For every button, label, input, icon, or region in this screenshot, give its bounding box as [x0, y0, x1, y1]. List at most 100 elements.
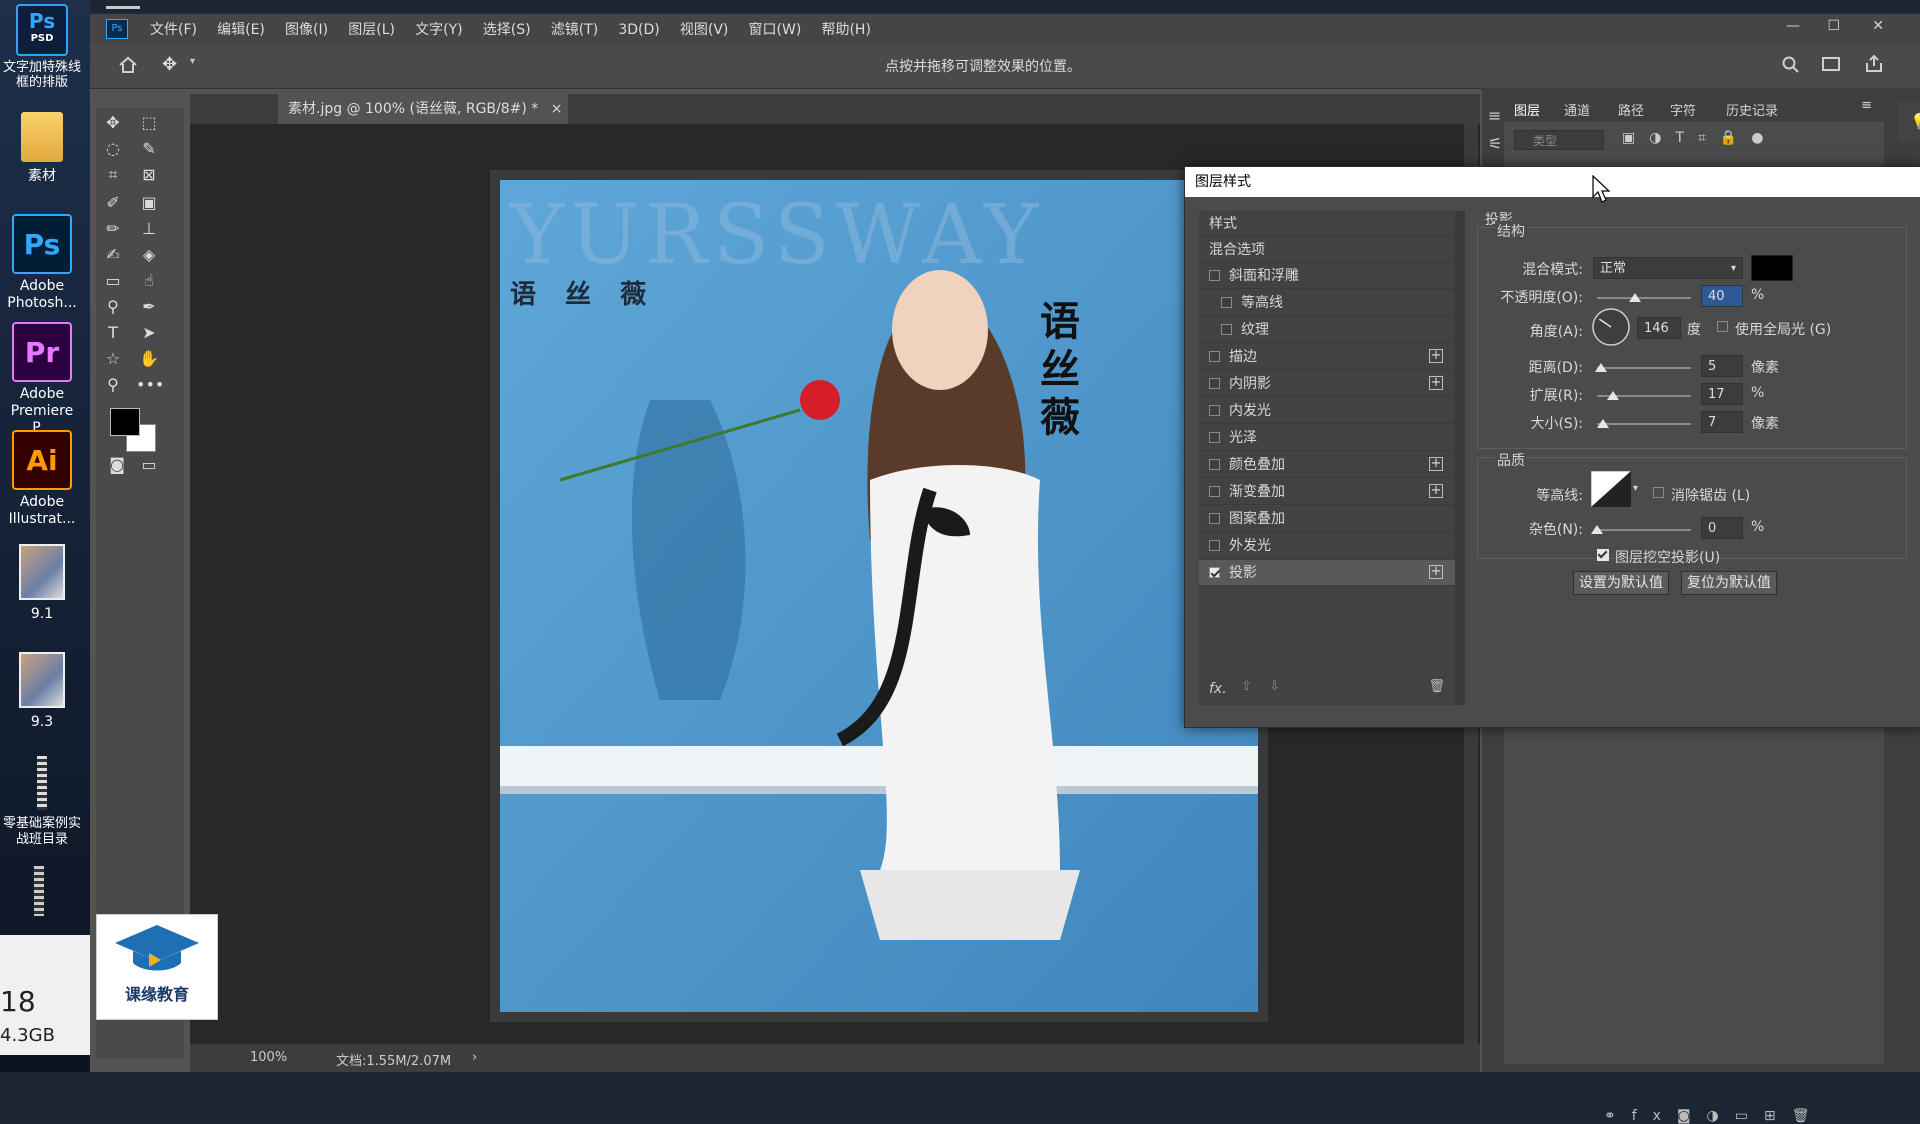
learn-panel-tab[interactable]: 💡 学习 [1898, 102, 1920, 142]
opacity-slider-handle[interactable] [1628, 293, 1641, 302]
add-style-icon[interactable]: + [1429, 376, 1443, 390]
path-select-tool-icon[interactable]: ➤ [136, 322, 162, 344]
trash-icon[interactable]: 🗑 [1428, 679, 1445, 694]
fx-icon[interactable]: fx. [1209, 681, 1227, 697]
minimize-button[interactable]: — [1786, 18, 1800, 34]
style-item-checkbox[interactable] [1209, 459, 1220, 470]
document-image[interactable]: YURSSWAY 语 丝 薇 语 丝 薇 [490, 170, 1268, 1022]
gradient-tool-icon[interactable]: ▭ [100, 270, 126, 292]
menu-type[interactable]: 文字(Y) [415, 19, 462, 39]
quick-mask-icon[interactable]: ◙ [104, 454, 130, 476]
knockout-checkbox[interactable] [1597, 548, 1609, 561]
style-item[interactable]: 内阴影 + [1199, 371, 1455, 397]
move-up-icon[interactable]: ⇧ [1241, 679, 1252, 694]
style-item-checkbox[interactable] [1209, 405, 1220, 416]
style-item-checkbox[interactable] [1209, 378, 1220, 389]
history-brush-tool-icon[interactable]: ✍ [100, 244, 126, 266]
style-item-checkbox[interactable] [1209, 486, 1220, 497]
noise-slider[interactable] [1597, 529, 1691, 531]
tab-history[interactable]: 历史记录 [1726, 100, 1778, 119]
patch-tool-icon[interactable]: ▣ [136, 192, 162, 214]
share-icon[interactable] [1864, 54, 1884, 74]
panel-menu-icon[interactable]: ≡ [1861, 98, 1872, 113]
layer-filter-input[interactable]: 类型 [1514, 130, 1604, 150]
workspace-icon[interactable] [1822, 57, 1840, 71]
menu-window[interactable]: 窗口(W) [749, 19, 802, 39]
noise-slider-handle[interactable] [1591, 525, 1603, 534]
set-default-button[interactable]: 设置为默认值 [1573, 571, 1669, 595]
style-item-checkbox[interactable] [1209, 567, 1220, 578]
desktop-icon-9-1[interactable]: 9.1 [0, 544, 84, 623]
menu-select[interactable]: 选择(S) [483, 19, 531, 39]
menu-3d[interactable]: 3D(D) [618, 22, 659, 38]
style-item[interactable]: 描边 + [1199, 344, 1455, 370]
blend-mode-select[interactable]: 正常 ▾ [1593, 257, 1743, 279]
spread-input[interactable]: 17 [1701, 383, 1743, 405]
menu-help[interactable]: 帮助(H) [821, 19, 870, 39]
style-item[interactable]: 内发光 [1199, 398, 1455, 424]
maximize-button[interactable]: ☐ [1827, 18, 1840, 34]
reset-default-button[interactable]: 复位为默认值 [1681, 571, 1777, 595]
stamp-tool-icon[interactable]: ⊥ [136, 218, 162, 240]
move-down-icon[interactable]: ⇩ [1269, 679, 1280, 694]
document-tab[interactable]: 素材.jpg @ 100% (语丝薇, RGB/8#) * × [278, 94, 568, 124]
antialias-checkbox[interactable] [1653, 487, 1664, 498]
desktop-icon-illustrator[interactable]: Ai Adobe Illustrat... [0, 430, 84, 528]
noise-input[interactable]: 0 [1701, 517, 1743, 539]
tab-paths[interactable]: 路径 [1618, 100, 1644, 119]
dialog-title[interactable]: 图层样式 [1185, 167, 1920, 197]
pen-tool-icon[interactable]: ✒ [136, 296, 162, 318]
screen-mode-icon[interactable]: ▭ [136, 454, 162, 476]
quick-select-tool-icon[interactable]: ✎ [136, 138, 162, 160]
menu-edit[interactable]: 编辑(E) [217, 19, 265, 39]
desktop-icon-folder-sucai[interactable]: 素材 [0, 112, 84, 185]
zoom-tool-icon[interactable]: ⚲ [100, 374, 126, 396]
style-item[interactable]: 投影 + [1199, 560, 1455, 586]
add-style-icon[interactable]: + [1429, 565, 1443, 579]
distance-slider[interactable] [1597, 367, 1691, 369]
desktop-icon-psd-file[interactable]: Ps PSD 文字加特殊线框的排版 [0, 4, 84, 90]
style-item[interactable]: 纹理 [1199, 317, 1455, 343]
search-icon[interactable] [1782, 56, 1800, 74]
marquee-tool-icon[interactable]: ⬚ [136, 112, 162, 134]
styles-scrollbar[interactable] [1455, 211, 1465, 705]
smudge-tool-icon[interactable]: ☝ [136, 270, 162, 292]
layer-filter-icons[interactable]: ▣◑T⌗🔒● [1622, 130, 1778, 146]
chevron-right-icon[interactable]: › [472, 1050, 477, 1065]
add-style-icon[interactable]: + [1429, 484, 1443, 498]
chevron-down-icon[interactable]: ▾ [1633, 483, 1638, 494]
style-item-checkbox[interactable] [1209, 351, 1220, 362]
close-button[interactable]: ✕ [1872, 18, 1884, 34]
angle-dial[interactable] [1591, 307, 1631, 347]
add-style-icon[interactable]: + [1429, 457, 1443, 471]
frame-tool-icon[interactable]: ⊠ [136, 164, 162, 186]
desktop-icon-premiere[interactable]: Pr Adobe Premiere P... [0, 322, 84, 437]
desktop-icon-9-3[interactable]: 9.3 [0, 652, 84, 731]
shadow-color-swatch[interactable] [1751, 255, 1793, 281]
distance-input[interactable]: 5 [1701, 355, 1743, 377]
opacity-slider[interactable] [1597, 297, 1691, 299]
menu-view[interactable]: 视图(V) [680, 19, 729, 39]
more-tools-icon[interactable]: ••• [136, 374, 164, 396]
size-slider-handle[interactable] [1597, 419, 1609, 428]
style-item-checkbox[interactable] [1221, 297, 1232, 308]
blend-options-item[interactable]: 混合选项 [1199, 237, 1455, 263]
tab-channels[interactable]: 通道 [1564, 100, 1590, 119]
menu-filter[interactable]: 滤镜(T) [551, 19, 598, 39]
size-input[interactable]: 7 [1701, 411, 1743, 433]
spread-slider-handle[interactable] [1607, 391, 1619, 400]
style-item-checkbox[interactable] [1209, 432, 1220, 443]
style-item[interactable]: 光泽 [1199, 425, 1455, 451]
distance-slider-handle[interactable] [1595, 363, 1607, 372]
angle-input[interactable]: 146 [1637, 317, 1681, 339]
eraser-tool-icon[interactable]: ◈ [136, 244, 162, 266]
type-tool-icon[interactable]: T [100, 322, 126, 344]
close-tab-icon[interactable]: × [551, 101, 563, 117]
global-light-checkbox[interactable] [1717, 321, 1728, 332]
hand-tool-icon[interactable]: ✋ [136, 348, 162, 370]
style-item[interactable]: 斜面和浮雕 [1199, 263, 1455, 289]
style-item-checkbox[interactable] [1209, 270, 1220, 281]
tab-character[interactable]: 字符 [1670, 100, 1696, 119]
shape-tool-icon[interactable]: ☆ [100, 348, 126, 370]
menu-layer[interactable]: 图层(L) [348, 19, 395, 39]
